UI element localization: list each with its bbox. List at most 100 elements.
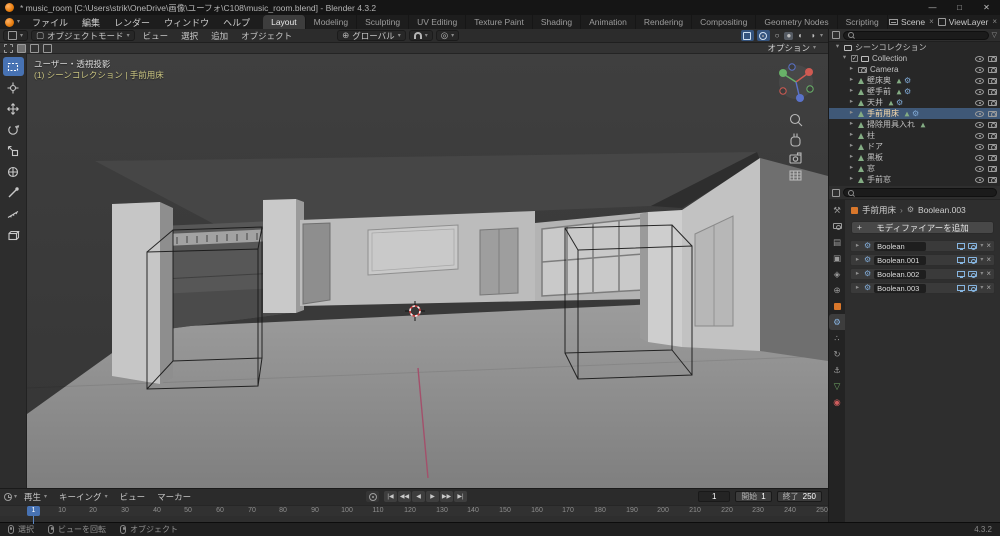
menu-add[interactable]: 追加 [206, 30, 233, 42]
render-visibility-icon[interactable] [988, 88, 997, 95]
play-reverse-button[interactable]: ◀ [412, 491, 425, 502]
properties-tab-physics[interactable]: ↻ [829, 346, 845, 362]
menu-render[interactable]: レンダー [107, 15, 157, 29]
render-visibility-icon[interactable] [988, 55, 997, 62]
properties-tab-constraints[interactable]: ⚓ [829, 362, 845, 378]
disclosure-icon[interactable]: ▸ [848, 132, 855, 139]
expand-icon[interactable]: ▸ [854, 242, 861, 250]
menu-file[interactable]: ファイル [25, 15, 75, 29]
properties-tab-tool[interactable]: ⚒ [829, 202, 845, 218]
breadcrumb-modifier[interactable]: Boolean.003 [918, 205, 966, 215]
menu-view[interactable]: ビュー [115, 491, 151, 503]
view-layer-remove-icon[interactable]: × [991, 18, 998, 26]
pan-hand-icon[interactable] [790, 133, 801, 147]
select-box-tool[interactable] [2, 57, 24, 76]
disclosure-icon[interactable]: ▾ [834, 44, 841, 51]
disclosure-icon[interactable]: ▸ [848, 77, 855, 84]
render-visibility-icon[interactable] [988, 66, 997, 73]
hide-eye-icon[interactable] [975, 132, 984, 139]
add-modifier-button[interactable]: + モディファイアーを追加 [851, 221, 994, 234]
render-visibility-icon[interactable] [988, 77, 997, 84]
workspace-tab-compositing[interactable]: Compositing [692, 15, 757, 29]
workspace-tab-sculpting[interactable]: Sculpting [357, 15, 410, 29]
close-button[interactable]: ✕ [973, 0, 1000, 15]
measure-tool[interactable] [3, 204, 24, 223]
current-frame-marker[interactable]: 1 [27, 506, 40, 516]
left-pillar2-front[interactable] [263, 199, 296, 313]
blender-menu-button[interactable]: ▾ [0, 15, 25, 29]
hide-eye-icon[interactable] [975, 176, 984, 183]
modifier-name-field[interactable]: Boolean.001 [874, 255, 927, 265]
hide-eye-icon[interactable] [975, 121, 984, 128]
render-visibility-icon[interactable] [988, 99, 997, 106]
editor-type-button[interactable]: ▾ [3, 30, 29, 41]
outliner-row-collection[interactable]: ▾ ✓ Collection [829, 53, 1000, 64]
remove-modifier-icon[interactable]: × [986, 242, 991, 250]
shading-wireframe-button[interactable]: ○ [773, 31, 782, 40]
disclosure-icon[interactable]: ▸ [848, 99, 855, 106]
modifier-name-field[interactable]: Boolean.002 [874, 269, 927, 279]
modifier-row[interactable]: ▸ ⚙ Boolean.002 ▾ × [850, 268, 995, 280]
modifier-extras-icon[interactable]: ▾ [980, 285, 983, 291]
mode-dropdown[interactable]: ▢ オブジェクトモード ▾ [31, 30, 135, 41]
disclosure-icon[interactable]: ▾ [841, 55, 848, 62]
modifier-row[interactable]: ▸ ⚙ Boolean.003 ▾ × [850, 282, 995, 294]
outliner-row-mesh[interactable]: ▸ 天井 ⚙ [829, 97, 1000, 108]
outliner-row-mesh[interactable]: ▸ ドア [829, 141, 1000, 152]
workspace-tab-layout[interactable]: Layout [263, 15, 306, 29]
select-mode-new-button[interactable] [17, 43, 26, 53]
transform-orientation-dropdown[interactable]: ⊕ グローバル ▾ [337, 30, 406, 41]
proportional-edit-dropdown[interactable]: ◎ ▾ [435, 30, 460, 41]
workspace-tab-modeling[interactable]: Modeling [306, 15, 358, 29]
realtime-display-toggle[interactable] [957, 271, 966, 278]
outliner-row-scene-collection[interactable]: ▾ シーンコレクション [829, 42, 1000, 53]
prev-keyframe-button[interactable]: ◀◀ [398, 491, 411, 502]
hide-eye-icon[interactable] [975, 55, 984, 62]
outliner-row-mesh[interactable]: ▸ 壁手前 ⚙ [829, 86, 1000, 97]
snapping-dropdown[interactable]: ▾ [408, 30, 433, 41]
disclosure-icon[interactable]: ▸ [848, 165, 855, 172]
modifier-extras-icon[interactable]: ▾ [980, 271, 983, 277]
hide-eye-icon[interactable] [975, 165, 984, 172]
render-display-toggle[interactable] [968, 271, 978, 278]
outliner-row-camera[interactable]: ▸ Camera [829, 64, 1000, 75]
rotate-tool[interactable] [3, 120, 24, 139]
outliner-row-mesh[interactable]: ▸ 壁床奥 ⚙ [829, 75, 1000, 86]
disclosure-icon[interactable]: ▸ [848, 143, 855, 150]
3d-scene[interactable] [27, 54, 828, 488]
left-pillar-front[interactable] [112, 202, 160, 384]
zoom-icon[interactable] [789, 113, 803, 127]
navigation-gizmo[interactable] [779, 63, 814, 102]
workspace-tab-animation[interactable]: Animation [581, 15, 636, 29]
end-frame-field[interactable]: 終了 250 [776, 491, 822, 502]
move-tool[interactable] [3, 99, 24, 118]
realtime-display-toggle[interactable] [957, 257, 966, 264]
filter-icon[interactable]: ▽ [992, 32, 997, 39]
select-mode-subtract-button[interactable] [43, 43, 52, 53]
viewport-canvas[interactable]: ユーザー・透視投影 (1) シーンコレクション | 手前用床 [27, 54, 828, 488]
remove-modifier-icon[interactable]: × [986, 270, 991, 278]
hide-eye-icon[interactable] [975, 66, 984, 73]
modifier-extras-icon[interactable]: ▾ [980, 257, 983, 263]
outliner-row-mesh[interactable]: ▸ 手前窓 [829, 174, 1000, 185]
scene-selector[interactable]: Scene [901, 17, 925, 27]
show-gizmo-toggle[interactable] [740, 30, 754, 41]
shading-material-button[interactable]: ◐ [796, 31, 805, 40]
outliner-row-mesh[interactable]: ▸ 窓 [829, 163, 1000, 174]
render-visibility-icon[interactable] [988, 143, 997, 150]
render-visibility-icon[interactable] [988, 154, 997, 161]
render-visibility-icon[interactable] [988, 165, 997, 172]
workspace-tab-scripting[interactable]: Scripting [838, 15, 888, 29]
breadcrumb-object[interactable]: 手前用床 [862, 204, 896, 216]
properties-tab-object[interactable] [829, 298, 845, 314]
menu-help[interactable]: ヘルプ [216, 15, 257, 29]
perspective-toggle-icon[interactable] [789, 170, 802, 181]
menu-playback[interactable]: 再生 ▾ [19, 491, 52, 503]
disclosure-icon[interactable]: ▸ [848, 176, 855, 183]
disclosure-icon[interactable]: ▸ [848, 88, 855, 95]
modifier-extras-icon[interactable]: ▾ [980, 243, 983, 249]
transform-tool[interactable] [3, 162, 24, 181]
hide-eye-icon[interactable] [975, 154, 984, 161]
render-visibility-icon[interactable] [988, 110, 997, 117]
properties-tab-particles[interactable]: ∴ [829, 330, 845, 346]
